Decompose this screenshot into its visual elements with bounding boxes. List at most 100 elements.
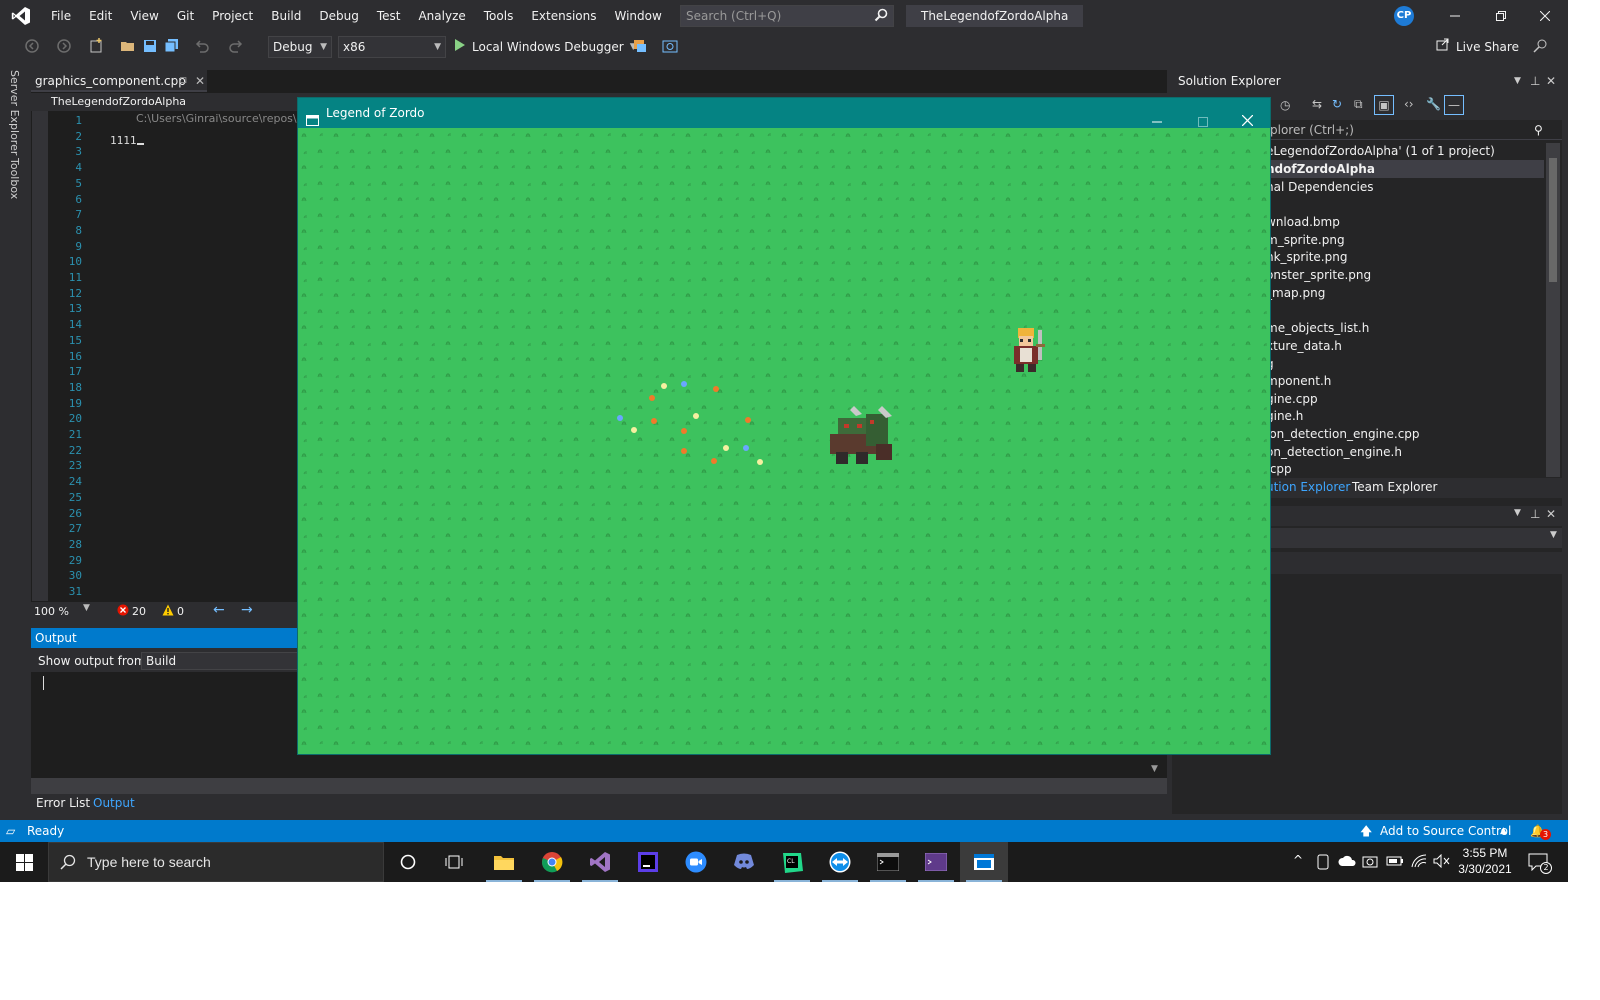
- tree-item-file[interactable]: me_objects_list.h: [1266, 321, 1369, 335]
- file-explorer-icon[interactable]: [480, 842, 528, 882]
- project-dropdown[interactable]: TheLegendofZordoAlpha: [51, 95, 186, 108]
- tab-solution-explorer[interactable]: ution Explorer: [1266, 480, 1350, 494]
- menu-file[interactable]: File: [42, 0, 80, 32]
- warning-count[interactable]: 0: [177, 605, 184, 618]
- save-icon[interactable]: [142, 38, 158, 54]
- menu-debug[interactable]: Debug: [310, 0, 367, 32]
- tree-item-project[interactable]: ndofZordoAlpha: [1266, 162, 1375, 176]
- hot-reload-icon[interactable]: [632, 38, 648, 54]
- add-to-source-control-button[interactable]: Add to Source Control: [1380, 820, 1511, 842]
- tab-graphics-component-cpp[interactable]: graphics_component.cpp ⊐ ✕: [31, 70, 207, 92]
- live-share-button[interactable]: Live Share: [1436, 36, 1519, 58]
- taskbar-search-input[interactable]: Type here to search: [48, 842, 384, 882]
- history-icon[interactable]: ◷: [1280, 98, 1290, 112]
- chevron-down-icon[interactable]: ▼: [83, 603, 90, 613]
- zoom-level[interactable]: 100 %: [34, 605, 69, 618]
- tree-item-file[interactable]: onster_sprite.png: [1266, 268, 1371, 282]
- battery-icon[interactable]: [1386, 855, 1404, 870]
- solution-platform-select[interactable]: x86 ▼: [338, 36, 446, 58]
- redo-icon[interactable]: [228, 38, 244, 54]
- undo-icon[interactable]: [194, 38, 210, 54]
- jetbrains-icon[interactable]: [624, 842, 672, 882]
- game-app-icon[interactable]: [960, 842, 1008, 882]
- toolbox-tab[interactable]: Toolbox: [8, 158, 21, 199]
- volume-muted-icon[interactable]: [1433, 853, 1451, 871]
- tree-item-file[interactable]: m_sprite.png: [1266, 233, 1345, 247]
- device-icon[interactable]: [1316, 854, 1330, 873]
- tree-item-file[interactable]: nk_sprite.png: [1266, 250, 1347, 264]
- error-count[interactable]: 20: [132, 605, 146, 618]
- game-canvas[interactable]: [298, 128, 1270, 754]
- tree-item-file[interactable]: _map.png: [1266, 286, 1325, 300]
- chevron-up-icon[interactable]: ^: [1293, 853, 1303, 867]
- collapse-all-icon[interactable]: ⧉: [1354, 97, 1363, 112]
- previous-issue-arrow-icon[interactable]: ←: [213, 602, 225, 618]
- preview-selected-icon[interactable]: —: [1444, 95, 1464, 115]
- close-button[interactable]: [1522, 0, 1568, 32]
- task-view-icon[interactable]: [430, 842, 478, 882]
- tab-team-explorer[interactable]: Team Explorer: [1352, 480, 1438, 494]
- menu-analyze[interactable]: Analyze: [409, 0, 474, 32]
- chevron-down-icon[interactable]: ▼: [1514, 70, 1521, 92]
- start-button[interactable]: [0, 842, 48, 882]
- tab-error-list[interactable]: Error List: [36, 796, 90, 810]
- game-window[interactable]: Legend of Zordo: [297, 97, 1271, 755]
- menu-tools[interactable]: Tools: [475, 0, 523, 32]
- teamviewer-icon[interactable]: [816, 842, 864, 882]
- user-avatar[interactable]: CP: [1394, 6, 1414, 26]
- screenshot-tool-icon[interactable]: [662, 38, 678, 54]
- show-all-files-icon[interactable]: ▣: [1374, 95, 1394, 115]
- tree-item-solution[interactable]: eLegendofZordoAlpha' (1 of 1 project): [1266, 144, 1495, 158]
- chrome-icon[interactable]: [528, 842, 576, 882]
- minimize-button[interactable]: [1432, 0, 1478, 32]
- tree-item-file[interactable]: wnload.bmp: [1266, 215, 1340, 229]
- code-view-icon[interactable]: ‹›: [1404, 97, 1414, 111]
- tree-item-file[interactable]: gine.h: [1266, 409, 1303, 423]
- menu-git[interactable]: Git: [168, 0, 203, 32]
- server-explorer-tab[interactable]: Server Explorer: [8, 70, 21, 155]
- output-source-select[interactable]: Build: [141, 652, 311, 670]
- cortana-icon[interactable]: [384, 842, 432, 882]
- navigate-forward-icon[interactable]: [56, 38, 72, 54]
- restore-button[interactable]: [1478, 0, 1524, 32]
- menu-extensions[interactable]: Extensions: [522, 0, 605, 32]
- tree-item-file[interactable]: xture_data.h: [1266, 339, 1342, 353]
- menu-view[interactable]: View: [121, 0, 167, 32]
- tree-item-file[interactable]: on_detection_engine.h: [1266, 445, 1402, 459]
- chevron-down-icon[interactable]: ▼: [1514, 508, 1521, 518]
- start-debugging-button[interactable]: Local Windows Debugger ▼: [454, 36, 637, 58]
- clion-icon[interactable]: CL: [768, 842, 816, 882]
- menu-test[interactable]: Test: [368, 0, 410, 32]
- debug-console-icon[interactable]: [912, 842, 960, 882]
- next-issue-arrow-icon[interactable]: →: [241, 602, 253, 618]
- close-icon[interactable]: ✕: [195, 70, 205, 92]
- visual-studio-icon[interactable]: [576, 842, 624, 882]
- new-project-icon[interactable]: [88, 38, 104, 54]
- solution-configuration-select[interactable]: Debug ▼: [268, 36, 332, 58]
- code-text[interactable]: 1111: [110, 134, 144, 147]
- feedback-icon[interactable]: [1532, 38, 1548, 54]
- save-all-icon[interactable]: [164, 38, 180, 54]
- system-clock[interactable]: 3:55 PM 3/30/2021: [1450, 845, 1520, 877]
- tree-item-external-dependencies[interactable]: nal Dependencies: [1266, 180, 1374, 194]
- close-icon[interactable]: ✕: [1546, 507, 1556, 521]
- tree-item-file[interactable]: ion_detection_engine.cpp: [1266, 427, 1420, 441]
- horizontal-scrollbar[interactable]: [31, 778, 1167, 794]
- chevron-up-icon[interactable]: ▲: [1500, 820, 1507, 842]
- pin-icon[interactable]: ⊥: [1530, 507, 1540, 521]
- open-folder-icon[interactable]: [120, 38, 136, 54]
- close-icon[interactable]: ✕: [1546, 70, 1556, 92]
- pin-icon[interactable]: ⊐: [179, 70, 187, 92]
- menu-edit[interactable]: Edit: [80, 0, 121, 32]
- menu-project[interactable]: Project: [203, 0, 262, 32]
- properties-wrench-icon[interactable]: 🔧: [1426, 97, 1441, 111]
- game-window-titlebar[interactable]: Legend of Zordo: [298, 98, 1270, 128]
- scrollbar-thumb[interactable]: [1549, 158, 1557, 282]
- navigate-back-icon[interactable]: [24, 38, 40, 54]
- menu-build[interactable]: Build: [262, 0, 310, 32]
- scroll-down-icon[interactable]: ▼: [1151, 764, 1158, 774]
- menu-window[interactable]: Window: [606, 0, 671, 32]
- camera-icon[interactable]: [1362, 854, 1378, 871]
- zoom-icon[interactable]: [672, 842, 720, 882]
- wifi-icon[interactable]: [1410, 854, 1428, 871]
